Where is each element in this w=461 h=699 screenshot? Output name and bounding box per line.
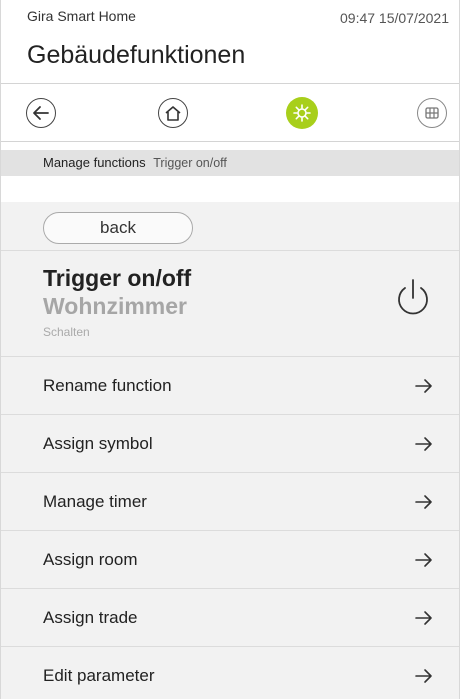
status-datetime: 09:47 15/07/2021 bbox=[340, 10, 449, 26]
arrow-right-icon bbox=[415, 379, 432, 393]
menu-item-label: Assign room bbox=[43, 550, 138, 569]
function-title: Trigger on/off bbox=[43, 265, 192, 291]
arrow-right-icon bbox=[415, 495, 432, 509]
breadcrumb-sub: Trigger on/off bbox=[153, 156, 227, 170]
page-title: Gebäudefunktionen bbox=[1, 26, 459, 84]
arrow-left-icon bbox=[33, 106, 49, 120]
menu-item-manage-timer[interactable]: Manage timer bbox=[1, 473, 459, 531]
menu-item-assign-symbol[interactable]: Assign symbol bbox=[1, 415, 459, 473]
settings-nav-button[interactable] bbox=[286, 97, 318, 129]
menu-item-label: Edit parameter bbox=[43, 666, 155, 685]
arrow-right-icon bbox=[415, 437, 432, 451]
home-nav-button[interactable] bbox=[158, 98, 188, 128]
menu-item-label: Assign symbol bbox=[43, 434, 153, 453]
app-name: Gira Smart Home bbox=[27, 8, 136, 24]
grid-icon bbox=[425, 107, 439, 119]
breadcrumb: Manage functions Trigger on/off bbox=[1, 150, 459, 176]
back-nav-button[interactable] bbox=[26, 98, 56, 128]
breadcrumb-main: Manage functions bbox=[43, 155, 146, 170]
back-row: back bbox=[1, 202, 459, 251]
menu-item-edit-parameter[interactable]: Edit parameter bbox=[1, 647, 459, 699]
menu-item-label: Manage timer bbox=[43, 492, 147, 511]
content-panel: back Trigger on/off Wohnzimmer Schalten … bbox=[1, 202, 459, 699]
back-button[interactable]: back bbox=[43, 212, 193, 244]
app-window: Gira Smart Home 09:47 15/07/2021 Gebäude… bbox=[0, 0, 460, 699]
menu-item-assign-room[interactable]: Assign room bbox=[1, 531, 459, 589]
rooms-nav-button[interactable] bbox=[417, 98, 447, 128]
gear-icon bbox=[293, 104, 311, 122]
menu-item-assign-trade[interactable]: Assign trade bbox=[1, 589, 459, 647]
nav-bar bbox=[1, 84, 459, 142]
function-header: Trigger on/off Wohnzimmer Schalten bbox=[1, 251, 459, 357]
menu-item-label: Rename function bbox=[43, 376, 172, 395]
arrow-right-icon bbox=[415, 611, 432, 625]
function-type: Schalten bbox=[43, 325, 90, 339]
arrow-right-icon bbox=[415, 553, 432, 567]
home-icon bbox=[165, 105, 181, 121]
power-icon[interactable] bbox=[393, 277, 433, 321]
arrow-right-icon bbox=[415, 669, 432, 683]
menu-item-label: Assign trade bbox=[43, 608, 138, 627]
function-room: Wohnzimmer bbox=[43, 293, 187, 319]
menu-item-rename-function[interactable]: Rename function bbox=[1, 357, 459, 415]
